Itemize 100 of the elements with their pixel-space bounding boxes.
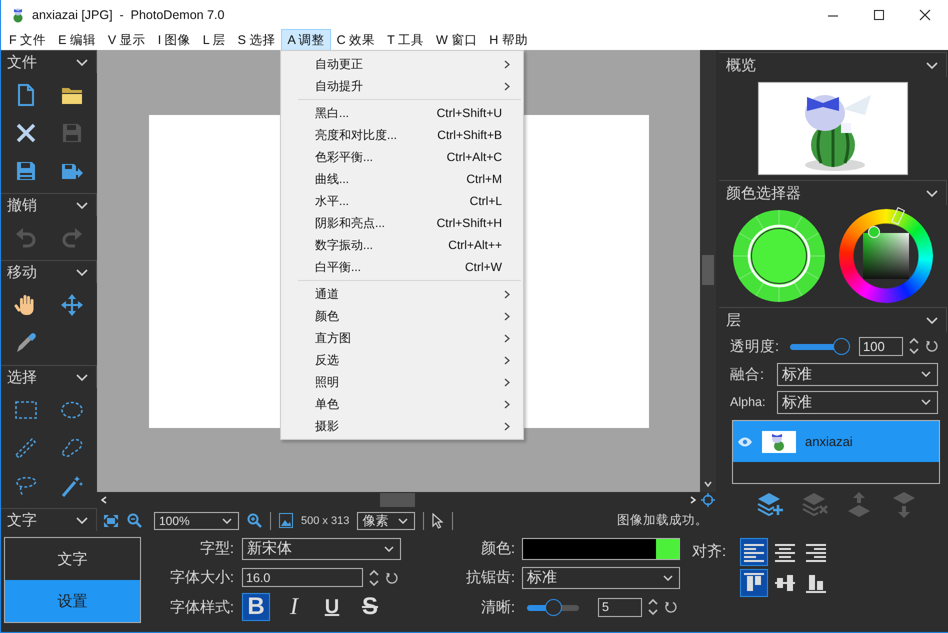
blend-mode-select[interactable]: 标准 [777, 362, 938, 386]
menu-bar-item[interactable]: W 窗口 [430, 29, 484, 51]
scrollbar-thumb[interactable] [702, 255, 714, 285]
chevron-down-icon[interactable] [76, 202, 88, 208]
align-center-icon[interactable] [773, 541, 798, 563]
menu-item[interactable]: 照明 [315, 374, 339, 390]
crosshair-icon[interactable] [701, 493, 715, 507]
clarity-field[interactable]: 5 [598, 598, 642, 616]
reset-icon[interactable] [385, 570, 399, 584]
scroll-left-icon[interactable] [101, 496, 107, 504]
menu-item[interactable]: 数字振动... [315, 236, 374, 254]
align-left-icon[interactable] [742, 541, 766, 563]
menu-bar-item[interactable]: L 层 [196, 29, 232, 51]
menu-bar-item[interactable]: V 显示 [102, 29, 152, 51]
unit-select[interactable]: 像素 [357, 512, 416, 530]
chevron-down-icon[interactable] [926, 62, 938, 68]
menu-item[interactable]: 色彩平衡... [315, 148, 374, 166]
chevron-down-icon[interactable] [76, 374, 88, 380]
spinner-icon[interactable] [368, 568, 380, 588]
align-right-icon[interactable] [804, 541, 828, 563]
menu-bar-item[interactable]: C 效果 [330, 29, 382, 51]
menu-bar-item[interactable]: E 编辑 [52, 29, 102, 51]
opacity-field[interactable]: 100 [859, 336, 904, 356]
scrollbar-thumb[interactable] [380, 493, 415, 507]
vertical-scrollbar[interactable] [700, 50, 716, 492]
menu-item[interactable]: 自动更正 [315, 56, 363, 72]
menu-item[interactable]: 白平衡... [315, 258, 362, 276]
menu-item[interactable]: 单色 [315, 396, 339, 412]
layer-row[interactable]: anxiazai [733, 421, 939, 462]
menu-item[interactable]: 曲线... [315, 170, 350, 188]
reset-icon[interactable] [925, 339, 940, 353]
chevron-down-icon[interactable] [76, 268, 88, 276]
shortcut-text: Ctrl+Shift+U [436, 106, 503, 120]
magic-wand-icon[interactable] [60, 474, 84, 498]
shortcut-text: Ctrl+Shift+B [437, 128, 503, 142]
chevron-down-icon[interactable] [926, 316, 938, 324]
menu-item[interactable]: 摄影 [315, 418, 339, 434]
menu-item[interactable]: 阴影和亮点... [315, 214, 386, 232]
bold-button[interactable]: B [242, 593, 270, 621]
eye-icon[interactable] [737, 436, 753, 446]
color-field[interactable] [522, 538, 680, 560]
menu-bar-item[interactable]: T 工具 [381, 29, 430, 51]
chevron-down-icon[interactable] [926, 190, 938, 196]
menu-bar-item[interactable]: H 帮助 [483, 29, 534, 51]
dashed-lasso-icon[interactable] [60, 436, 84, 460]
eyedropper-icon[interactable] [14, 331, 38, 355]
menu-item[interactable]: 自动提升 [315, 78, 363, 94]
scroll-right-icon[interactable] [690, 496, 696, 504]
menu-item[interactable]: 黑白... [315, 104, 350, 122]
slider-thumb[interactable] [833, 338, 850, 354]
tab[interactable]: 设置 [5, 580, 140, 622]
menu-bar-item[interactable]: A 调整 [281, 29, 331, 51]
opacity-slider[interactable] [790, 338, 850, 354]
maximize-icon[interactable] [873, 9, 885, 21]
close-icon[interactable] [919, 9, 931, 21]
menu-item[interactable]: 颜色 [315, 308, 339, 324]
tab[interactable]: 文字 [5, 538, 140, 580]
menu-bar-item[interactable]: F 文件 [3, 29, 52, 51]
caret-icon[interactable] [398, 518, 408, 524]
dashed-rectangle-icon[interactable] [14, 398, 38, 422]
menu-item[interactable]: 通道 [315, 286, 339, 302]
antialias-select[interactable]: 标准 [522, 566, 680, 588]
caret-icon[interactable] [384, 546, 394, 552]
zoom-in-icon[interactable] [247, 513, 262, 528]
font-size-field[interactable]: 16.0 [242, 568, 363, 587]
reset-icon[interactable] [664, 600, 678, 614]
pointer-icon[interactable] [432, 512, 444, 528]
caret-icon[interactable] [921, 371, 931, 377]
color-swatch-ring[interactable] [732, 209, 826, 303]
clarity-slider[interactable] [527, 598, 579, 616]
strikethrough-button[interactable]: S [356, 593, 384, 621]
menu-bar-item[interactable]: I 图像 [152, 29, 197, 51]
menu-item[interactable]: 直方图 [315, 330, 351, 346]
spinner-icon[interactable] [908, 336, 920, 356]
move-icon[interactable] [60, 293, 84, 317]
alpha-mode-select[interactable]: 标准 [777, 390, 938, 414]
shortcut-text: Ctrl+Alt+C [446, 150, 503, 164]
dashed-line-icon[interactable] [14, 436, 38, 460]
add-layer-icon[interactable] [756, 491, 784, 519]
caret-icon[interactable] [921, 399, 931, 405]
spinner-icon[interactable] [647, 597, 659, 617]
italic-button[interactable]: I [280, 593, 308, 621]
zoom-out-icon[interactable] [127, 513, 142, 528]
color-swatch[interactable] [656, 538, 679, 558]
underline-button[interactable]: U [318, 593, 346, 621]
lasso-icon[interactable] [14, 474, 38, 498]
menu-bar-item[interactable]: S 选择 [232, 29, 282, 51]
caret-icon[interactable] [663, 574, 673, 580]
close-icon[interactable] [14, 121, 38, 145]
menu-item[interactable]: 水平... [315, 192, 350, 210]
fit-to-window-icon[interactable] [103, 514, 119, 528]
menu-item[interactable]: 反选 [315, 352, 339, 368]
zoom-select[interactable]: 100% [154, 512, 239, 530]
font-select[interactable]: 新宋体 [242, 538, 401, 560]
slider-thumb[interactable] [544, 598, 562, 616]
menu-item[interactable]: 亮度和对比度... [315, 126, 398, 144]
chevron-down-icon[interactable] [76, 58, 88, 66]
caret-icon[interactable] [222, 518, 232, 524]
chevron-down-icon[interactable] [76, 516, 88, 524]
scroll-down-icon[interactable] [704, 481, 712, 487]
